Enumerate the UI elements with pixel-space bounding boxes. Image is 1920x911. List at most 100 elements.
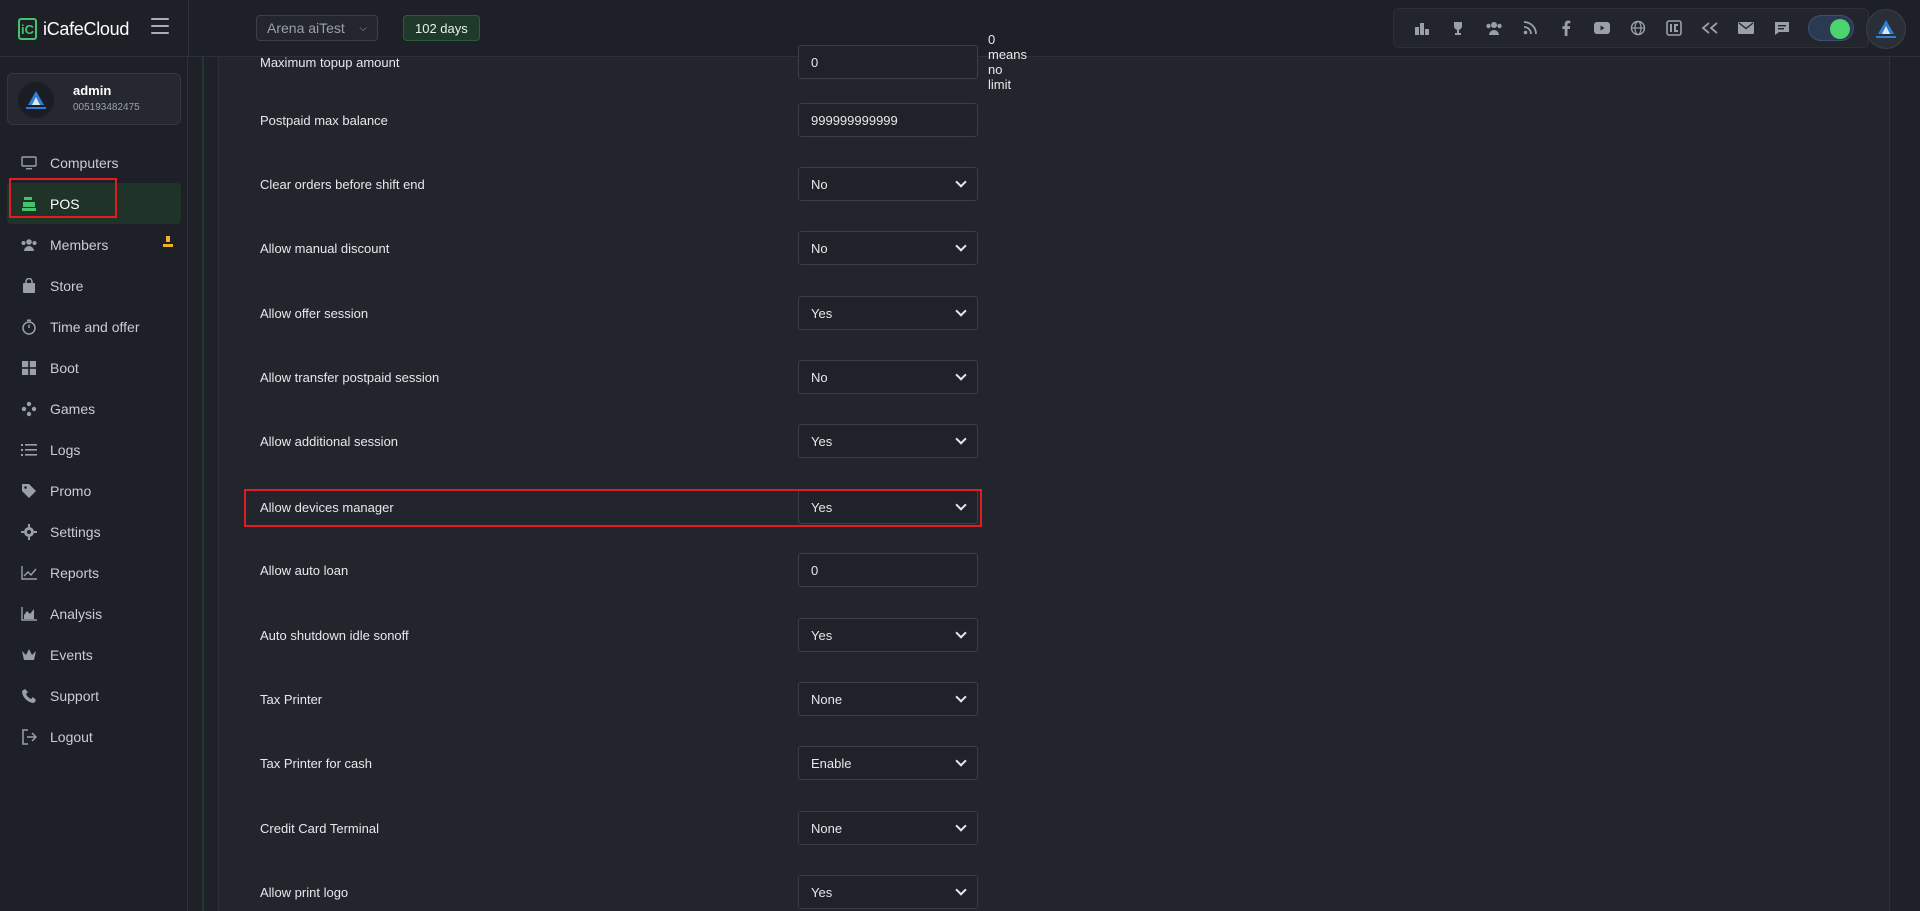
sidebar-item-settings[interactable]: Settings (0, 511, 188, 552)
field-value: Yes (811, 884, 833, 900)
sidebar-item-label: Promo (50, 482, 92, 499)
field-value: No (811, 369, 828, 385)
logout-icon (20, 728, 38, 746)
sidebar-nav: Computers POS Members Store Time and off… (0, 142, 188, 757)
sidebar-item-reports[interactable]: Reports (0, 552, 188, 593)
green-divider (202, 57, 204, 911)
list-icon (20, 441, 38, 459)
chevron-down-icon (955, 369, 967, 381)
sidebar-item-members[interactable]: Members (0, 224, 188, 265)
allow-manual-discount-select[interactable]: No (798, 231, 978, 265)
sidebar-item-games[interactable]: Games (0, 388, 188, 429)
sidebar-item-store[interactable]: Store (0, 265, 188, 306)
setting-row-postpaid-max-balance: Postpaid max balance 999999999999 (260, 103, 980, 137)
mail-icon[interactable] (1728, 14, 1764, 42)
field-value: None (811, 691, 843, 707)
icafe-icon[interactable] (1656, 14, 1692, 42)
hamburger-menu-icon[interactable] (151, 18, 169, 34)
clear-orders-select[interactable]: No (798, 167, 978, 201)
gamepad-icon (20, 400, 38, 418)
stopwatch-icon (20, 318, 38, 336)
leaderboard-icon[interactable] (1404, 14, 1440, 42)
windows-icon (20, 359, 38, 377)
setting-label: Allow manual discount (260, 240, 390, 256)
setting-label: Maximum topup amount (260, 54, 400, 70)
allow-additional-session-select[interactable]: Yes (798, 424, 978, 458)
sidebar-item-label: Settings (50, 523, 101, 540)
sidebar-item-support[interactable]: Support (0, 675, 188, 716)
user-card[interactable]: admin 005193482475 (7, 73, 181, 125)
setting-row-tax-printer-for-cash: Tax Printer for cash Enable (260, 746, 980, 780)
field-value: Yes (811, 627, 833, 643)
field-value: No (811, 176, 828, 192)
setting-label: Auto shutdown idle sonoff (260, 627, 409, 643)
sidebar-item-label: Events (50, 646, 93, 663)
chevron-down-icon (955, 627, 967, 639)
users-group-icon[interactable] (1476, 14, 1512, 42)
members-icon (20, 236, 38, 254)
allow-print-logo-select[interactable]: Yes (798, 875, 978, 909)
field-value: Yes (811, 305, 833, 321)
sidebar-item-label: Reports (50, 564, 100, 581)
toggle-knob (1830, 19, 1850, 39)
setting-label: Allow additional session (260, 433, 399, 449)
sidebar-item-promo[interactable]: Promo (0, 470, 188, 511)
setting-row-credit-card-terminal: Credit Card Terminal None (260, 811, 980, 845)
chevrons-icon[interactable] (1692, 14, 1728, 42)
setting-label: Tax Printer (260, 691, 323, 707)
allow-offer-session-select[interactable]: Yes (798, 296, 978, 330)
chevron-down-icon (955, 884, 967, 896)
rss-icon[interactable] (1512, 14, 1548, 42)
user-avatar (18, 82, 54, 118)
trophy-icon[interactable] (1440, 14, 1476, 42)
chevron-down-icon: ⌵ (359, 22, 367, 34)
field-value: 0 (811, 562, 819, 578)
setting-row-maximum-topup: Maximum topup amount 0 0 means no limit (260, 32, 1027, 92)
center-select[interactable]: Arena aiTest ⌵ (256, 15, 378, 41)
setting-hint: 0 means no limit (988, 32, 1028, 92)
members-badge-icon (162, 236, 176, 250)
sidebar-item-label: Store (50, 277, 84, 294)
sidebar-item-boot[interactable]: Boot (0, 347, 188, 388)
auto-shutdown-idle-sonoff-select[interactable]: Yes (798, 618, 978, 652)
setting-label: Allow offer session (260, 305, 369, 321)
globe-icon[interactable] (1620, 14, 1656, 42)
chat-icon[interactable] (1764, 14, 1800, 42)
credit-card-terminal-select[interactable]: None (798, 811, 978, 845)
setting-label: Allow auto loan (260, 562, 349, 578)
tax-printer-for-cash-select[interactable]: Enable (798, 746, 978, 780)
chart-line-icon (20, 564, 38, 582)
sidebar-item-analysis[interactable]: Analysis (0, 593, 188, 634)
devices-manager-highlight-box (244, 489, 982, 527)
logo-mark-icon: iC (18, 18, 37, 40)
setting-label: Clear orders before shift end (260, 176, 425, 192)
allow-transfer-postpaid-select[interactable]: No (798, 360, 978, 394)
field-value: 999999999999 (811, 112, 898, 128)
youtube-icon[interactable] (1584, 14, 1620, 42)
postpaid-max-balance-input[interactable]: 999999999999 (798, 103, 978, 137)
sidebar-item-events[interactable]: Events (0, 634, 188, 675)
user-id: 005193482475 (73, 102, 140, 113)
sidebar-item-time-and-offer[interactable]: Time and offer (0, 306, 188, 347)
sidebar-item-computers[interactable]: Computers (0, 142, 188, 183)
facebook-icon[interactable] (1548, 14, 1584, 42)
user-name: admin (73, 83, 112, 98)
field-value: Yes (811, 433, 833, 449)
setting-row-auto-shutdown-idle-sonoff: Auto shutdown idle sonoff Yes (260, 618, 980, 652)
sidebar-item-label: Members (50, 236, 109, 253)
tax-printer-select[interactable]: None (798, 682, 978, 716)
pos-highlight-box (9, 178, 117, 218)
sidebar-item-logout[interactable]: Logout (0, 716, 188, 757)
account-avatar[interactable] (1866, 9, 1906, 49)
allow-auto-loan-input[interactable]: 0 (798, 553, 978, 587)
sidebar-item-logs[interactable]: Logs (0, 429, 188, 470)
chevron-down-icon (955, 820, 967, 832)
sidebar-item-label: Boot (50, 359, 79, 376)
theme-toggle[interactable] (1808, 15, 1854, 41)
field-value: Enable (811, 755, 852, 771)
setting-row-tax-printer: Tax Printer None (260, 682, 980, 716)
maximum-topup-input[interactable]: 0 (798, 45, 978, 79)
app-logo[interactable]: iC iCafeCloud (18, 17, 129, 41)
tag-icon (20, 482, 38, 500)
setting-row-allow-offer-session: Allow offer session Yes (260, 296, 980, 330)
